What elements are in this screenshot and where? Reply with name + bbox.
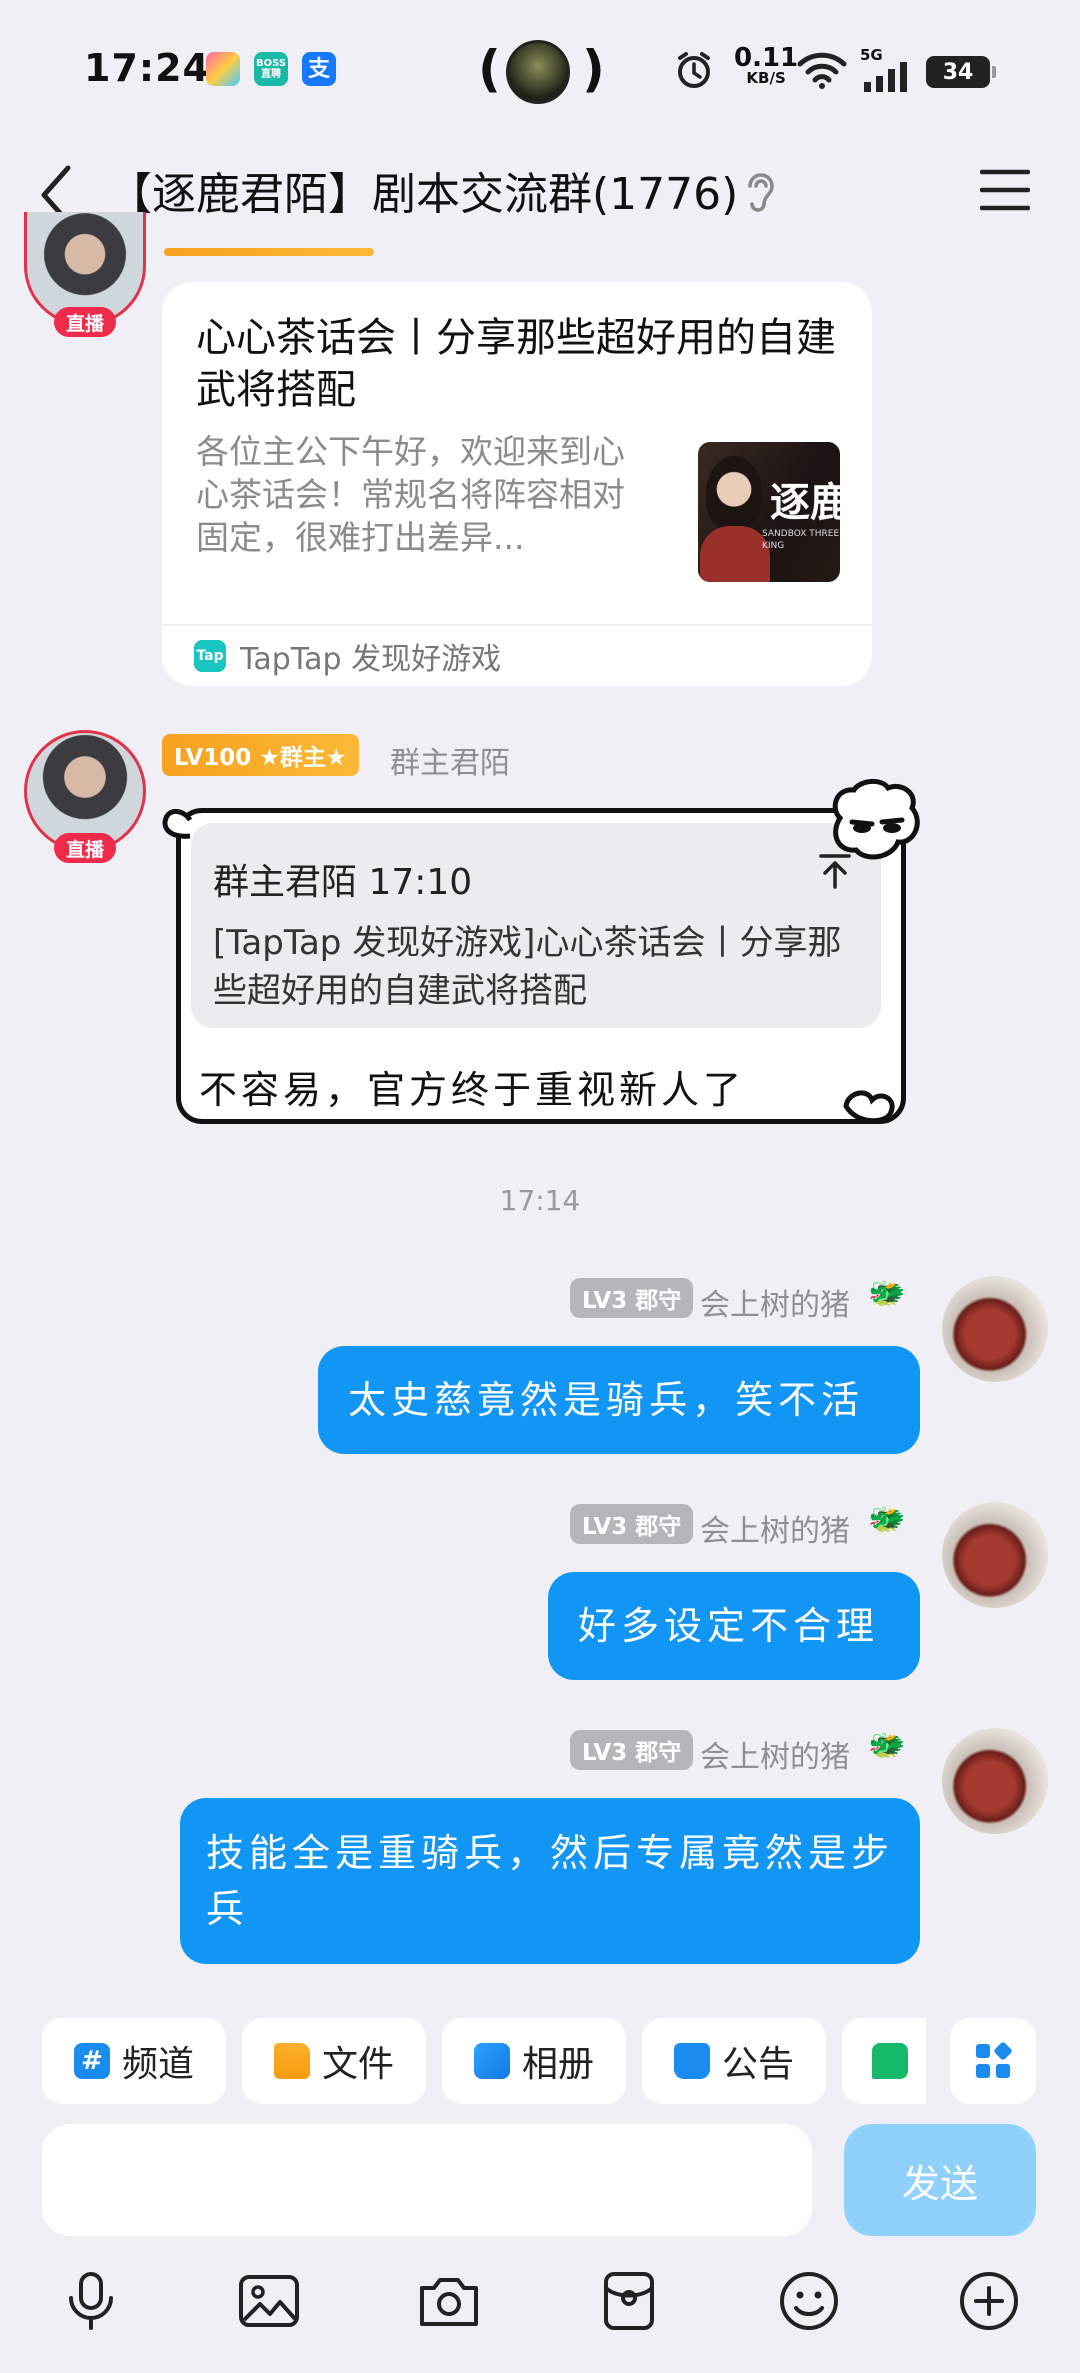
net-speed-value: 0.11	[734, 43, 799, 73]
alarm-icon	[678, 52, 710, 88]
dragon-emoji-icon: 🐲	[868, 1276, 906, 1311]
thumbnail-subtext: SANDBOX THREE KING	[762, 529, 840, 551]
voice-icon[interactable]	[58, 2268, 124, 2334]
live-tag: 直播	[54, 833, 116, 863]
my-avatar[interactable]	[942, 1728, 1048, 1834]
user-level-badge: LV3 郡守	[570, 1730, 694, 1770]
my-message-bubble[interactable]: 太史慈竟然是骑兵，笑不活	[318, 1346, 920, 1454]
owner-avatar[interactable]: 直播	[24, 730, 146, 863]
quote-body: [TapTap 发现好游戏]心心茶话会丨分享那些超好用的自建武将搭配	[213, 923, 842, 1011]
signal-icon	[864, 62, 907, 92]
alipay-icon: 支	[302, 52, 336, 86]
sender-name: 会上树的猪	[700, 1740, 850, 1775]
quoted-message[interactable]: 群主君陌 17:10 [TapTap 发现好游戏]心心茶话会丨分享那些超好用的自…	[191, 823, 881, 1028]
my-avatar[interactable]	[942, 1502, 1048, 1608]
channel-label: 频道	[121, 2044, 194, 2085]
doodle-bubble-message[interactable]: 群主君陌 17:10 [TapTap 发现好游戏]心心茶话会丨分享那些超好用的自…	[176, 808, 906, 1124]
message-input[interactable]	[42, 2124, 812, 2236]
card-title: 心心茶话会丨分享那些超好用的自建武将搭配	[196, 315, 836, 413]
notice-button[interactable]: 公告	[642, 2018, 826, 2104]
group-title[interactable]: 【逐鹿君陌】剧本交流群(1776)	[108, 158, 738, 222]
card-source: Tap TapTap 发现好游戏	[162, 624, 872, 686]
dragon-emoji-icon: 🐲	[868, 1728, 906, 1763]
live-activity-indicator[interactable]: ( )	[478, 36, 605, 106]
card-thumbnail: 逐鹿 SANDBOX THREE KING	[698, 442, 840, 582]
sender-name: 群主君陌	[390, 746, 510, 781]
sender-name: 会上树的猪	[700, 1288, 850, 1323]
cartoon-sticker-icon	[832, 779, 920, 860]
hearing-icon[interactable]	[742, 168, 780, 218]
red-packet-icon[interactable]	[596, 2268, 662, 2334]
files-label: 文件	[321, 2044, 394, 2085]
card-source-label: TapTap 发现好游戏	[240, 642, 502, 677]
emoji-icon[interactable]	[776, 2268, 842, 2334]
user-level-badge: LV3 郡守	[570, 1278, 694, 1318]
apps-button[interactable]	[950, 2018, 1036, 2104]
shared-article-card[interactable]: 心心茶话会丨分享那些超好用的自建武将搭配 各位主公下午好，欢迎来到心心茶话会！常…	[162, 282, 872, 686]
live-tag: 直播	[54, 307, 116, 337]
folder-icon	[273, 2043, 310, 2079]
my-message-bubble[interactable]: 技能全是重骑兵，然后专属竟然是步兵	[180, 1798, 920, 1964]
dragon-emoji-icon: 🐲	[868, 1502, 906, 1537]
bubble-tail-decoration	[162, 809, 193, 839]
channel-button[interactable]: # 频道	[42, 2018, 226, 2104]
image-icon[interactable]	[236, 2268, 302, 2334]
status-bar: 17:24 BOSS 直聘 支 ( ) 0.11 KB/S 5G 34	[0, 0, 1080, 140]
thumbnail-text: 逐鹿	[770, 479, 840, 526]
files-button[interactable]: 文件	[242, 2018, 426, 2104]
my-avatar[interactable]	[942, 1276, 1048, 1382]
hash-icon: #	[73, 2043, 110, 2079]
album-icon	[473, 2043, 510, 2079]
camera-icon[interactable]	[416, 2268, 482, 2334]
notice-icon	[673, 2043, 710, 2079]
my-message-bubble[interactable]: 好多设定不合理	[548, 1572, 920, 1680]
bubble-corner-decoration	[843, 1090, 895, 1124]
album-button[interactable]: 相册	[442, 2018, 626, 2104]
notice-label: 公告	[721, 2044, 794, 2085]
more-tool-button[interactable]	[842, 2018, 926, 2104]
plus-icon[interactable]	[956, 2268, 1022, 2334]
quote-header: 群主君陌 17:10	[213, 862, 473, 903]
album-label: 相册	[521, 2044, 594, 2085]
status-time: 17:24	[84, 46, 210, 90]
battery-indicator: 34	[926, 56, 996, 88]
card-description: 各位主公下午好，欢迎来到心心茶话会！常规名将阵容相对固定，很难打出差异...	[196, 432, 625, 557]
owner-avatar[interactable]: 直播	[24, 212, 146, 337]
quick-toolbar: # 频道 文件 相册 公告	[0, 1994, 1080, 2124]
boss-app-icon: BOSS 直聘	[254, 52, 288, 86]
send-button[interactable]: 发送	[844, 2124, 1036, 2236]
net-speed: 0.11 KB/S	[734, 43, 799, 88]
owner-level-badge: LV100 ★群主★	[162, 734, 359, 776]
app-notification-icon	[206, 52, 240, 86]
timestamp-divider: 17:14	[499, 1184, 581, 1217]
level-badge-edge	[164, 248, 374, 256]
sender-name: 会上树的猪	[700, 1514, 850, 1549]
menu-icon[interactable]	[980, 166, 1030, 214]
user-level-badge: LV3 郡守	[570, 1504, 694, 1544]
message-text: 不容易，官方终于重视新人了	[199, 1068, 746, 1112]
wifi-icon	[797, 52, 847, 89]
chat-tool-icon	[872, 2043, 908, 2079]
taptap-icon: Tap	[194, 640, 226, 672]
live-avatar	[506, 40, 570, 104]
apps-grid-icon	[976, 2042, 1012, 2078]
